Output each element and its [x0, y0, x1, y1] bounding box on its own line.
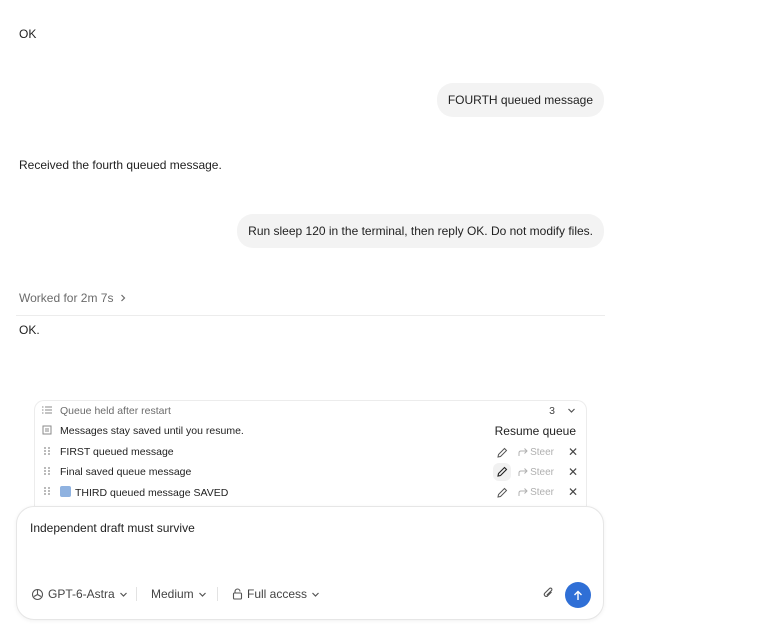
lock-icon — [232, 588, 243, 600]
steer-button[interactable]: Steer — [518, 447, 554, 458]
chevron-down-icon — [198, 592, 206, 597]
paperclip-icon[interactable] — [542, 587, 555, 605]
send-button[interactable] — [565, 582, 591, 608]
queue-item: THIRD queued message SAVED Steer ✕ — [35, 482, 586, 502]
close-icon[interactable]: ✕ — [568, 465, 578, 479]
forward-arrow-icon — [518, 467, 528, 476]
chevron-down-icon[interactable] — [567, 402, 576, 420]
drag-handle-icon[interactable] — [42, 466, 52, 478]
drag-handle-icon[interactable] — [42, 486, 52, 498]
close-icon[interactable]: ✕ — [568, 445, 578, 459]
access-selector[interactable]: Full access — [232, 587, 320, 601]
queue-count: 3 — [549, 405, 555, 417]
divider — [16, 315, 605, 316]
model-label: GPT-6-Astra — [48, 587, 115, 601]
effort-label: Medium — [151, 587, 194, 601]
steer-button[interactable]: Steer — [518, 467, 554, 478]
queue-header[interactable]: Queue held after restart 3 — [35, 401, 586, 421]
resume-queue-button[interactable]: Resume queue — [495, 424, 576, 438]
queue-header-label: Queue held after restart — [60, 405, 171, 417]
queue-notice-row: Messages stay saved until you resume. Re… — [35, 421, 586, 441]
steer-button[interactable]: Steer — [518, 487, 554, 498]
edit-pencil-icon[interactable] — [493, 463, 511, 481]
pause-icon — [42, 425, 52, 437]
queue-item: Final saved queue message Steer ✕ — [35, 462, 586, 482]
chevron-down-icon — [119, 592, 127, 597]
chevron-down-icon — [312, 592, 319, 597]
chevron-right-icon — [121, 294, 126, 302]
composer: Independent draft must survive GPT-6-Ast… — [16, 506, 604, 620]
arrow-up-icon — [574, 590, 582, 600]
toolbar-separator — [136, 587, 137, 601]
list-icon — [42, 405, 52, 417]
image-thumbnail-icon — [60, 485, 71, 497]
steer-label: Steer — [530, 486, 554, 498]
model-selector[interactable]: GPT-6-Astra — [31, 587, 128, 601]
access-label: Full access — [247, 587, 308, 601]
worked-label: Worked for 2m 7s — [19, 291, 114, 305]
forward-arrow-icon — [518, 447, 528, 456]
queue-item-label: FIRST queued message — [60, 446, 174, 458]
effort-selector[interactable]: Medium — [151, 587, 207, 601]
chat-page: OK FOURTH queued message Received the fo… — [0, 0, 768, 624]
assistant-message: OK — [19, 27, 37, 41]
assistant-message: OK. — [19, 323, 40, 337]
toolbar-separator — [217, 587, 218, 601]
close-icon[interactable]: ✕ — [568, 485, 578, 499]
queue-notice: Messages stay saved until you resume. — [60, 425, 244, 437]
user-message-bubble: FOURTH queued message — [436, 83, 604, 117]
assistant-message: Received the fourth queued message. — [19, 158, 222, 172]
user-message-bubble: Run sleep 120 in the terminal, then repl… — [237, 214, 604, 248]
drag-handle-icon[interactable] — [42, 446, 52, 458]
queue-item-label: THIRD queued message SAVED — [75, 486, 229, 499]
openai-logo-icon — [31, 588, 44, 600]
queue-item-label: Final saved queue message — [60, 466, 192, 478]
queue-item-label-with-image: THIRD queued message SAVED — [60, 485, 229, 499]
edit-pencil-icon[interactable] — [496, 486, 508, 498]
worked-duration-toggle[interactable]: Worked for 2m 7s — [19, 291, 127, 305]
steer-label: Steer — [530, 466, 554, 478]
message-queue-panel: Queue held after restart 3 Messages stay… — [34, 400, 587, 512]
steer-label: Steer — [530, 446, 554, 458]
queue-item: FIRST queued message Steer ✕ — [35, 442, 586, 462]
edit-pencil-icon[interactable] — [496, 446, 508, 458]
message-input[interactable]: Independent draft must survive — [30, 521, 195, 535]
forward-arrow-icon — [518, 487, 528, 496]
